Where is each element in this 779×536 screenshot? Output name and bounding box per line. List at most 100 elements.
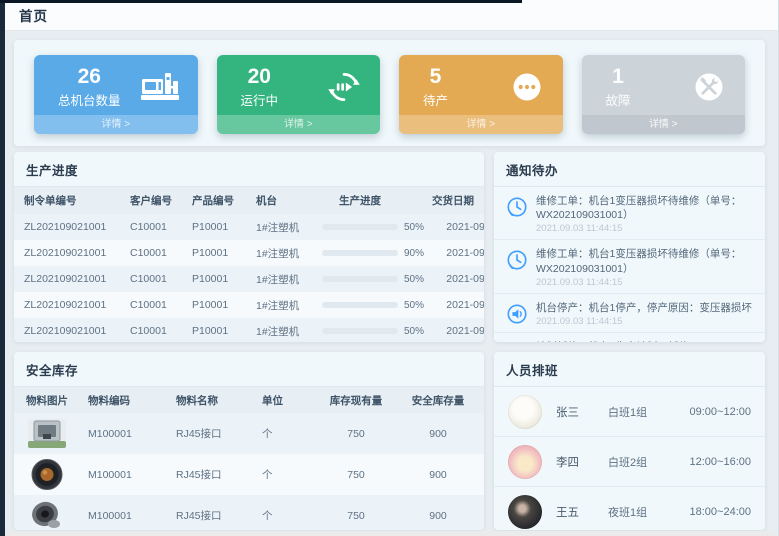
stat-detail-link[interactable]: 详情 > bbox=[34, 115, 198, 134]
production-progress-panel: 生产进度 制令单编号 客户编号 产品编号 机台 生产进度 交货日期 ZL2021… bbox=[14, 152, 484, 342]
progress-percent: 90% bbox=[404, 248, 424, 259]
staff-name: 王五 bbox=[556, 504, 608, 520]
progress-bar: 50% bbox=[322, 300, 424, 311]
table-row: ZL202109021001 C10001 P10001 1#注塑机 50% 2… bbox=[14, 318, 484, 342]
progress-bar: 50% bbox=[322, 222, 424, 233]
notice-text: 维修工单：机台1变压器损坏待维修（单号：WX202109031001） bbox=[536, 247, 755, 275]
notice-text: 计划暂停：机台1生产计划已暂停 bbox=[536, 340, 689, 342]
column-header: 物料编码 bbox=[88, 393, 176, 408]
stat-label: 待产 bbox=[423, 90, 448, 109]
column-header: 制令单编号 bbox=[24, 193, 130, 208]
order-no: ZL202109021001 bbox=[24, 247, 130, 259]
notice-text: 机台停产：机台1停产，停产原因：变压器损坏 bbox=[536, 301, 752, 315]
material-name: RJ45接口 bbox=[176, 508, 262, 523]
column-header: 物料图片 bbox=[26, 393, 88, 408]
customer-no: C10001 bbox=[130, 273, 192, 285]
inventory-table-header: 物料图片 物料编码 物料名称 单位 库存现有量 安全库存量 bbox=[14, 387, 484, 413]
delivery-date: 2021-09-10 bbox=[424, 221, 484, 233]
column-header: 产品编号 bbox=[192, 193, 256, 208]
safety-stock-panel: 安全库存 物料图片 物料编码 物料名称 单位 库存现有量 安全库存量 M1000… bbox=[14, 352, 484, 530]
stat-card-waiting[interactable]: 5 待产 详情 > bbox=[399, 55, 563, 134]
table-row: ZL202109021001 C10001 P10001 1#注塑机 90% 2… bbox=[14, 240, 484, 266]
stat-value: 26 bbox=[58, 65, 121, 89]
stat-card-body: 1 故障 bbox=[582, 55, 746, 115]
avatar bbox=[508, 495, 542, 529]
running-icon bbox=[326, 69, 362, 105]
customer-no: C10001 bbox=[130, 221, 192, 233]
notice-timestamp: 2021.09.03 11:44:15 bbox=[536, 223, 755, 234]
order-no: ZL202109021001 bbox=[24, 273, 130, 285]
notice-item[interactable]: 计划暂停：机台1生产计划已暂停 2021.09.03 11:44:15 bbox=[494, 333, 765, 342]
fault-icon bbox=[691, 69, 727, 105]
clock-icon bbox=[506, 249, 528, 271]
round-speaker-image bbox=[26, 458, 68, 491]
stat-value: 20 bbox=[241, 65, 279, 89]
stat-label: 运行中 bbox=[241, 90, 279, 109]
safety-qty: 900 bbox=[404, 469, 472, 481]
material-name: RJ45接口 bbox=[176, 467, 262, 482]
progress-bar: 90% bbox=[322, 248, 424, 259]
shift-time: 12:00~16:00 bbox=[690, 456, 751, 468]
rj45-connector-image bbox=[26, 417, 68, 450]
product-no: P10001 bbox=[192, 299, 256, 311]
column-header: 客户编号 bbox=[130, 193, 192, 208]
stat-card-fault[interactable]: 1 故障 详情 > bbox=[582, 55, 746, 134]
table-row: M100001 RJ45接口 个 750 900 bbox=[14, 413, 484, 454]
schedule-row: 王五 夜班1组 18:00~24:00 bbox=[494, 487, 765, 530]
progress-bar: 50% bbox=[322, 326, 424, 337]
stat-card-body: 5 待产 bbox=[399, 55, 563, 115]
shift-group: 夜班1组 bbox=[608, 504, 686, 520]
stat-label: 总机台数量 bbox=[58, 90, 121, 109]
delivery-date: 2021-09-10 bbox=[424, 325, 484, 337]
staff-name: 李四 bbox=[556, 454, 608, 470]
safety-qty: 900 bbox=[404, 510, 472, 522]
cone-speaker-image bbox=[26, 499, 68, 530]
progress-percent: 50% bbox=[404, 222, 424, 233]
stat-detail-link[interactable]: 详情 > bbox=[217, 115, 381, 134]
stat-value: 1 bbox=[606, 65, 631, 89]
stat-label: 故障 bbox=[606, 90, 631, 109]
avatar bbox=[508, 445, 542, 479]
progress-bar: 50% bbox=[322, 274, 424, 285]
panel-title: 生产进度 bbox=[14, 152, 484, 187]
column-header: 单位 bbox=[262, 393, 308, 408]
stock-qty: 750 bbox=[308, 428, 404, 440]
stats-panel: 26 总机台数量 详情 > 20 运行中 bbox=[14, 40, 765, 146]
staff-name: 张三 bbox=[556, 404, 608, 420]
stat-card-total-machines[interactable]: 26 总机台数量 详情 > bbox=[34, 55, 198, 134]
order-no: ZL202109021001 bbox=[24, 221, 130, 233]
speaker-icon bbox=[506, 303, 528, 325]
delivery-date: 2021-09-10 bbox=[424, 273, 484, 285]
column-header: 机台 bbox=[256, 193, 322, 208]
machine-name: 1#注塑机 bbox=[256, 298, 322, 313]
clock-icon bbox=[506, 196, 528, 218]
column-header: 库存现有量 bbox=[308, 393, 404, 408]
notice-item[interactable]: 维修工单：机台1变压器损坏待维修（单号：WX202109031001） 2021… bbox=[494, 187, 765, 240]
shift-time: 18:00~24:00 bbox=[690, 506, 751, 518]
avatar bbox=[508, 395, 542, 429]
shift-time: 09:00~12:00 bbox=[690, 406, 751, 418]
delivery-date: 2021-09-10 bbox=[424, 299, 484, 311]
machine-name: 1#注塑机 bbox=[256, 220, 322, 235]
window-top-edge bbox=[0, 0, 522, 3]
stat-detail-link[interactable]: 详情 > bbox=[399, 115, 563, 134]
notice-timestamp: 2021.09.03 11:44:15 bbox=[536, 316, 752, 327]
panel-title: 通知待办 bbox=[494, 152, 765, 187]
notices-panel: 通知待办 维修工单：机台1变压器损坏待维修（单号：WX202109031001）… bbox=[494, 152, 765, 342]
stat-card-running[interactable]: 20 运行中 详情 > bbox=[217, 55, 381, 134]
table-row: ZL202109021001 C10001 P10001 1#注塑机 50% 2… bbox=[14, 292, 484, 318]
notice-item[interactable]: 机台停产：机台1停产，停产原因：变压器损坏 2021.09.03 11:44:1… bbox=[494, 294, 765, 333]
progress-percent: 50% bbox=[404, 274, 424, 285]
column-header: 物料名称 bbox=[176, 393, 262, 408]
column-header: 交货日期 bbox=[398, 193, 474, 208]
customer-no: C10001 bbox=[130, 247, 192, 259]
stat-detail-link[interactable]: 详情 > bbox=[582, 115, 746, 134]
product-no: P10001 bbox=[192, 325, 256, 337]
notice-timestamp: 2021.09.03 11:44:15 bbox=[536, 277, 755, 288]
stat-card-body: 26 总机台数量 bbox=[34, 55, 198, 115]
product-no: P10001 bbox=[192, 221, 256, 233]
production-table-body: ZL202109021001 C10001 P10001 1#注塑机 50% 2… bbox=[14, 214, 484, 342]
notice-item[interactable]: 维修工单：机台1变压器损坏待维修（单号：WX202109031001） 2021… bbox=[494, 240, 765, 293]
progress-percent: 50% bbox=[404, 300, 424, 311]
machine-name: 1#注塑机 bbox=[256, 272, 322, 287]
